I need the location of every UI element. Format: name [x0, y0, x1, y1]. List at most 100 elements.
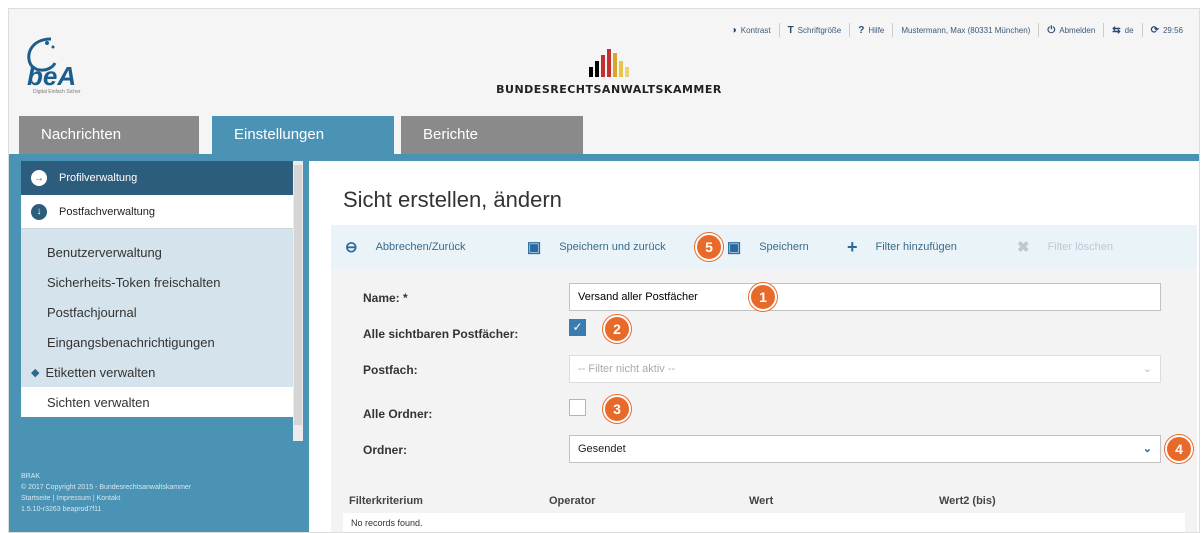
callout-badge-1: 1 — [749, 283, 777, 311]
sidebar: → Profilverwaltung ↓ Postfachverwaltung … — [9, 161, 309, 532]
back-button[interactable]: ⊖ Abbrechen/Zurück — [331, 238, 513, 256]
tab-einstellungen[interactable]: Einstellungen — [212, 116, 394, 156]
page-title: Sicht erstellen, ändern — [343, 187, 562, 212]
filter-table-empty-row: No records found. — [343, 513, 1185, 532]
sidebar-postfachverwaltung[interactable]: ↓ Postfachverwaltung — [21, 195, 293, 229]
close-icon: ✖ — [1017, 239, 1030, 256]
name-label: Name: * — [363, 291, 408, 305]
sidebar-item-etiketten-label: Etiketten verwalten — [45, 364, 156, 380]
kontrast-button[interactable]: ◑ Kontrast — [723, 23, 780, 37]
tab-einstellungen-label: Einstellungen — [234, 126, 325, 143]
kontrast-label: Kontrast — [740, 25, 771, 35]
app-window: beA Digital Einfach Sicher BUNDESRECHTSA… — [8, 8, 1200, 533]
ordner-select[interactable]: Gesendet ⌄ — [569, 435, 1161, 463]
logo-tagline: Digital Einfach Sicher — [33, 89, 81, 95]
delete-filter-button[interactable]: ✖ Filter löschen — [1003, 238, 1153, 256]
save-icon: ▣ — [727, 239, 742, 256]
sidebar-postfachverwaltung-label: Postfachverwaltung — [59, 205, 155, 218]
help-button[interactable]: ? Hilfe — [850, 23, 894, 37]
footer-copyright: © 2017 Copyright 2015 - Bundesrechtsanwa… — [21, 484, 192, 491]
main-tabs: Nachrichten Einstellungen Berichte — [9, 116, 1199, 156]
font-size-icon: T — [787, 24, 794, 36]
user-info: Mustermann, Max (80331 München) — [893, 23, 1040, 37]
user-name: Mustermann, Max (80331 München) — [901, 25, 1031, 35]
callout-badge-5: 5 — [695, 233, 723, 261]
name-input[interactable] — [569, 283, 1161, 311]
col-wert2[interactable]: Wert2 (bis) — [939, 495, 996, 507]
col-filterkriterium[interactable]: Filterkriterium — [349, 495, 423, 507]
help-icon: ? — [858, 24, 865, 36]
save-icon: ▣ — [527, 239, 542, 256]
sidebar-profilverwaltung-label: Profilverwaltung — [59, 172, 138, 184]
language-icon: ⇆ — [1112, 24, 1121, 36]
checkmark-icon: ✓ — [572, 320, 583, 334]
chevron-down-icon: ⌄ — [1142, 363, 1152, 375]
sidebar-item-eingangsbenachrichtigungen[interactable]: Eingangsbenachrichtigungen — [21, 327, 293, 357]
sidebar-item-etiketten[interactable]: ◆ Etiketten verwalten — [21, 357, 293, 387]
postfach-label: Postfach: — [363, 363, 418, 377]
sidebar-item-sichten[interactable]: Sichten verwalten — [21, 387, 293, 417]
tab-berichte-label: Berichte — [423, 126, 479, 143]
callout-badge-2: 2 — [603, 315, 631, 343]
power-icon: ⏻ — [1047, 24, 1056, 36]
font-size-label: Schriftgröße — [797, 25, 842, 35]
tab-berichte[interactable]: Berichte — [401, 116, 583, 154]
language-label: de — [1124, 25, 1134, 35]
plus-icon: + — [847, 236, 858, 257]
contrast-icon: ◑ — [730, 24, 737, 36]
callout-badge-3: 3 — [603, 395, 631, 423]
sidebar-item-postfachjournal[interactable]: Postfachjournal — [21, 297, 293, 327]
back-circle-icon: ⊖ — [345, 239, 358, 256]
col-wert[interactable]: Wert — [749, 495, 773, 507]
brak-bars-icon — [489, 47, 729, 77]
arrow-right-circle-icon: → — [31, 170, 47, 186]
tab-divider — [9, 154, 1199, 161]
language-button[interactable]: ⇆ de — [1104, 23, 1143, 37]
view-form: Name: * 1 Alle sichtbaren Postfächer: ✓ … — [331, 269, 1197, 532]
footer-links[interactable]: Startseite | Impressum | Kontakt — [21, 493, 301, 504]
help-label: Hilfe — [868, 25, 885, 35]
add-filter-label: Filter hinzufügen — [875, 241, 957, 253]
sidebar-scrollbar[interactable] — [293, 161, 303, 441]
refresh-icon: ⟳ — [1150, 24, 1159, 36]
col-operator[interactable]: Operator — [549, 495, 595, 507]
sidebar-item-benutzerverwaltung[interactable]: Benutzerverwaltung — [21, 237, 293, 267]
sidebar-item-token[interactable]: Sicherheits-Token freischalten — [21, 267, 293, 297]
callout-badge-4: 4 — [1165, 435, 1193, 463]
header: beA Digital Einfach Sicher BUNDESRECHTSA… — [9, 9, 1199, 116]
all-folders-checkbox[interactable] — [569, 399, 586, 416]
delete-filter-label: Filter löschen — [1047, 241, 1113, 253]
ordner-label: Ordner: — [363, 443, 408, 457]
session-timer[interactable]: ⟳ 29:56 — [1143, 23, 1191, 37]
chevron-down-icon: ⌄ — [1142, 443, 1152, 455]
all-folders-label: Alle Ordner: — [363, 407, 433, 421]
toolbar: ⊖ Abbrechen/Zurück ▣ Speichern und zurüc… — [331, 225, 1197, 269]
sidebar-footer: BRAK © 2017 Copyright 2015 - Bundesrecht… — [21, 471, 301, 515]
tab-nachrichten[interactable]: Nachrichten — [19, 116, 199, 154]
logo-wordmark: beA — [27, 61, 77, 91]
logout-label: Abmelden — [1059, 25, 1096, 35]
postfach-select[interactable]: -- Filter nicht aktiv -- ⌄ — [569, 355, 1161, 383]
save-back-label: Speichern und zurück — [559, 241, 666, 253]
save-button[interactable]: ▣ Speichern — [713, 238, 833, 256]
scrollbar-thumb[interactable] — [294, 165, 302, 425]
sidebar-profilverwaltung[interactable]: → Profilverwaltung — [21, 161, 293, 195]
back-label: Abbrechen/Zurück — [375, 241, 466, 253]
org-name: BUNDESRECHTSANWALTSKAMMER — [496, 83, 722, 96]
save-back-button[interactable]: ▣ Speichern und zurück — [513, 238, 713, 256]
tag-icon: ◆ — [31, 366, 40, 379]
logout-button[interactable]: ⏻ Abmelden — [1039, 23, 1105, 37]
all-mailboxes-checkbox[interactable]: ✓ — [569, 319, 586, 336]
footer-brak: BRAK — [21, 473, 41, 480]
font-size-button[interactable]: T Schriftgröße — [780, 23, 851, 37]
arrow-down-circle-icon: ↓ — [31, 203, 47, 220]
main-content: Sicht erstellen, ändern ⊖ Abbrechen/Zurü… — [319, 161, 1199, 532]
footer-version: 1.5.10-r3263 beaprod7f11 — [21, 506, 102, 513]
sidebar-menu: → Profilverwaltung ↓ Postfachverwaltung … — [21, 161, 293, 441]
tab-nachrichten-label: Nachrichten — [41, 126, 122, 143]
session-timer-label: 29:56 — [1162, 25, 1183, 35]
add-filter-button[interactable]: + Filter hinzufügen — [833, 237, 1003, 258]
bea-logo[interactable]: beA Digital Einfach Sicher — [21, 37, 141, 99]
save-label: Speichern — [759, 241, 809, 253]
utility-bar: ◑ Kontrast T Schriftgröße ? Hilfe Musterman… — [723, 23, 1191, 37]
